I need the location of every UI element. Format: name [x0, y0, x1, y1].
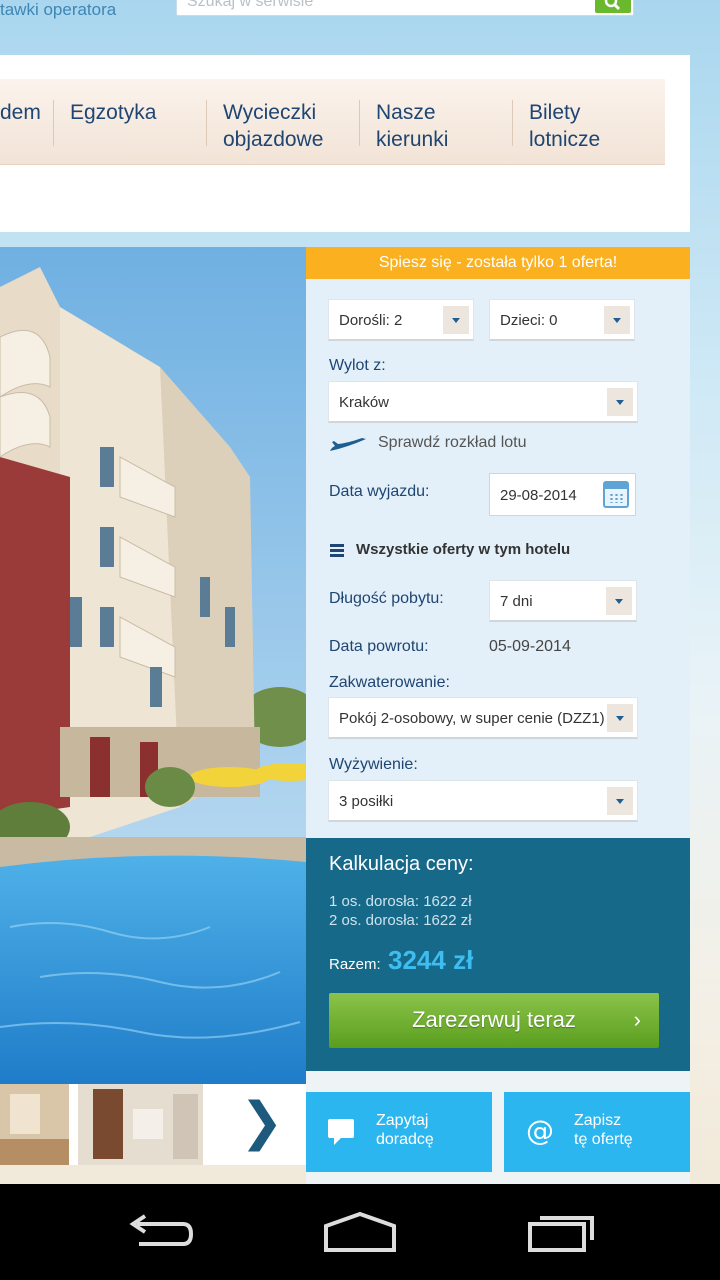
children-select[interactable]: Dzieci: 0 [489, 299, 635, 341]
nav-item-label: Egzotyka [70, 101, 157, 124]
flight-schedule-link[interactable]: Sprawdź rozkład lotu [378, 434, 527, 452]
accommodation-value: Pokój 2-osobowy, w super cenie (DZZ1) [339, 710, 605, 727]
chevron-down-icon [604, 306, 630, 334]
chevron-down-icon [443, 306, 469, 334]
chevron-right-icon: › [633, 1007, 641, 1032]
return-date-value: 05-09-2014 [489, 638, 571, 655]
recent-apps-icon[interactable] [526, 1210, 598, 1255]
hotel-image [0, 247, 306, 1084]
board-select[interactable]: 3 posiłki [328, 780, 638, 822]
chat-icon [328, 1119, 354, 1145]
nav-divider [512, 100, 513, 146]
chevron-down-icon [607, 787, 633, 815]
chevron-down-icon [607, 704, 633, 732]
availability-alert: Spiesz się - została tylko 1 oferta! [306, 247, 690, 279]
departure-from-select[interactable]: Kraków [328, 381, 638, 423]
price-line: 2 os. dorosła: 1622 zł [329, 912, 472, 929]
nav-item-label: Nasze [376, 101, 436, 124]
nav-item-label: kierunki [376, 128, 449, 151]
nav-item-destinations[interactable]: Nasze kierunki [376, 99, 448, 153]
nav-item-label: Wycieczki [223, 101, 317, 124]
stay-length-select[interactable]: 7 dni [489, 580, 637, 622]
all-hotel-offers-link[interactable]: Wszystkie oferty w tym hotelu [356, 541, 570, 558]
total-price: 3244 zł [388, 945, 474, 975]
ask-advisor-button[interactable]: Zapytaj doradcę [306, 1092, 492, 1172]
total-label: Razem: [329, 956, 381, 973]
ask-advisor-line: Zapytaj [376, 1112, 429, 1129]
gallery-next-button[interactable]: ❯ [240, 1092, 284, 1152]
book-now-label: Zarezerwuj teraz [412, 1007, 576, 1032]
search-input[interactable]: Szukaj w serwisie [176, 0, 634, 16]
stay-length-label: Długość pobytu: [329, 590, 444, 607]
gallery-thumb[interactable] [78, 1084, 203, 1165]
departure-date-input[interactable]: 29-08-2014 [489, 473, 636, 516]
nav-item-exotic[interactable]: Egzotyka [70, 99, 156, 126]
adults-select[interactable]: Dorośli: 2 [328, 299, 474, 341]
operator-offers-link[interactable]: tawki operatora [0, 0, 116, 20]
ask-advisor-line: doradcę [376, 1131, 434, 1148]
chevron-down-icon [607, 388, 633, 416]
departure-date-value: 29-08-2014 [500, 487, 577, 504]
departure-from-label: Wylot z: [329, 357, 386, 374]
main-nav: dem Egzotyka Wycieczki objazdowe Nasze k… [0, 79, 665, 165]
nav-item-label: objazdowe [223, 128, 324, 151]
nav-item-last-minute[interactable]: dem [0, 99, 41, 126]
adults-value: Dorośli: 2 [339, 312, 403, 329]
accommodation-select[interactable]: Pokój 2-osobowy, w super cenie (DZZ1) [328, 697, 638, 739]
departure-date-label: Data wyjazdu: [329, 483, 430, 500]
email-icon: @ [526, 1114, 554, 1147]
nav-divider [206, 100, 207, 146]
hotel-photo[interactable] [0, 247, 306, 1084]
price-title: Kalkulacja ceny: [329, 853, 474, 875]
price-line: 1 os. dorosła: 1622 zł [329, 893, 472, 910]
save-offer-line: Zapisz [574, 1112, 622, 1129]
main-nav-panel: dem Egzotyka Wycieczki objazdowe Nasze k… [0, 55, 690, 232]
home-icon[interactable] [322, 1210, 398, 1255]
board-value: 3 posiłki [339, 793, 394, 810]
nav-item-label: dem [0, 101, 41, 124]
calendar-icon[interactable] [603, 481, 629, 508]
stay-length-value: 7 dni [500, 593, 533, 610]
nav-item-label: lotnicze [529, 128, 601, 151]
departure-from-value: Kraków [339, 394, 390, 411]
nav-item-tours[interactable]: Wycieczki objazdowe [223, 99, 323, 153]
save-offer-line: tę ofertę [574, 1131, 633, 1148]
children-value: Dzieci: 0 [500, 312, 558, 329]
chevron-down-icon [606, 587, 632, 615]
back-icon[interactable] [125, 1210, 195, 1255]
gallery-thumbnails: ❯ [0, 1084, 306, 1165]
ask-advisor-label: Zapytaj doradcę [376, 1111, 434, 1149]
accommodation-label: Zakwaterowanie: [329, 674, 450, 691]
search-button[interactable] [595, 0, 631, 13]
save-offer-button[interactable]: @ Zapisz tę ofertę [504, 1092, 690, 1172]
book-now-button[interactable]: Zarezerwuj teraz › [329, 993, 659, 1048]
return-date-label: Data powrotu: [329, 638, 429, 655]
nav-item-label: Bilety [529, 101, 581, 124]
booking-form: Spiesz się - została tylko 1 oferta! Dor… [306, 247, 690, 838]
search-placeholder: Szukaj w serwisie [187, 0, 314, 10]
nav-divider [359, 100, 360, 146]
system-navigation-bar [0, 1184, 720, 1280]
search-icon [604, 0, 621, 11]
gallery-thumb[interactable] [0, 1084, 69, 1165]
save-offer-label: Zapisz tę ofertę [574, 1111, 633, 1149]
nav-item-flights[interactable]: Bilety lotnicze [529, 99, 600, 153]
nav-divider [53, 100, 54, 146]
price-calculation: Kalkulacja ceny: 1 os. dorosła: 1622 zł … [306, 838, 690, 1071]
board-label: Wyżywienie: [329, 756, 418, 773]
list-icon [330, 544, 344, 557]
plane-icon [330, 438, 366, 451]
